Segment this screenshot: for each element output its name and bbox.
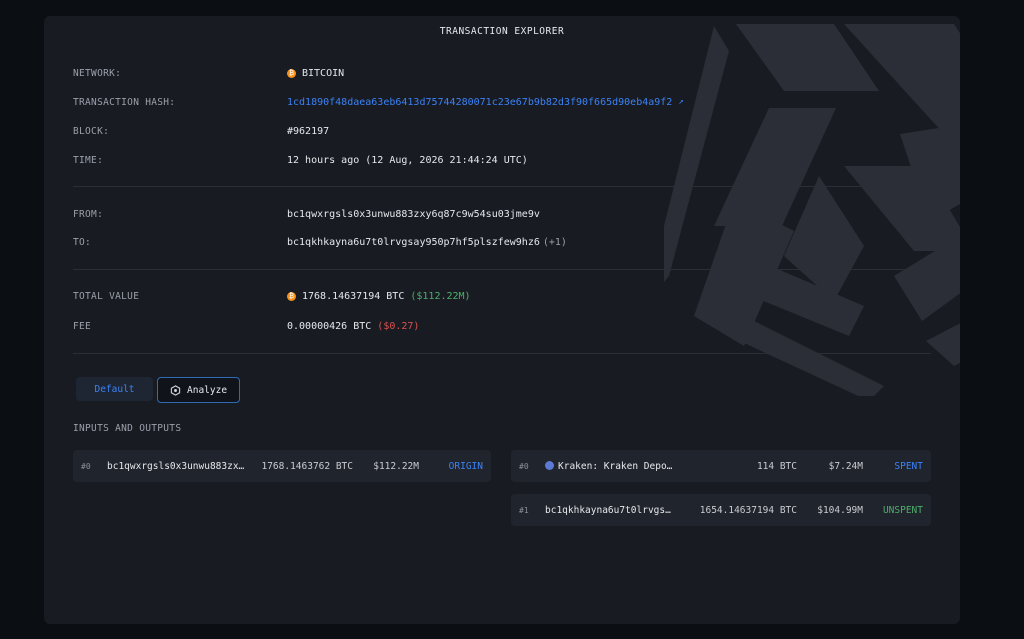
hash-label: TRANSACTION HASH: bbox=[73, 96, 176, 108]
tab-default[interactable]: Default bbox=[76, 377, 153, 401]
input-row[interactable]: #0 bc1qwxrgsls0x3unwu883zx… 1768.1463762… bbox=[73, 450, 491, 482]
divider bbox=[73, 353, 931, 354]
time-exact: (12 Aug, 2026 21:44:24 UTC) bbox=[365, 154, 528, 166]
inputs-outputs-title: INPUTS AND OUTPUTS bbox=[73, 423, 182, 434]
to-address[interactable]: bc1qkhkayna6u7t0lrvgsay950p7hf5plszfew9h… bbox=[287, 237, 540, 248]
fee-label: FEE bbox=[73, 320, 92, 332]
total-value-label: TOTAL VALUE bbox=[73, 290, 140, 302]
time-row: TIME: 12 hours ago (12 Aug, 2026 21:44:2… bbox=[73, 152, 933, 168]
external-link-icon[interactable]: ↗ bbox=[678, 97, 683, 107]
bitcoin-coin-icon: ₿ bbox=[287, 291, 296, 301]
tab-analyze-label: Analyze bbox=[187, 384, 228, 396]
output-address-label: Kraken: Kraken Depo… bbox=[558, 460, 673, 472]
output-row[interactable]: #1 bc1qkhkayna6u7t0lrvgs… 1654.14637194 … bbox=[511, 494, 931, 526]
input-status: ORIGIN bbox=[448, 460, 483, 472]
block-label: BLOCK: bbox=[73, 125, 110, 137]
input-usd: $112.22M bbox=[373, 460, 419, 472]
output-status: SPENT bbox=[894, 460, 923, 472]
input-amount: 1768.1463762 BTC bbox=[261, 460, 353, 472]
output-status: UNSPENT bbox=[882, 504, 923, 516]
transaction-panel: TRANSACTION EXPLORER NETWORK: ₿ BITCOIN … bbox=[44, 16, 960, 624]
output-address[interactable]: bc1qkhkayna6u7t0lrvgs… bbox=[545, 505, 675, 516]
analyze-icon bbox=[170, 384, 181, 396]
total-usd: ($112.22M) bbox=[410, 290, 471, 302]
input-address[interactable]: bc1qwxrgsls0x3unwu883zx… bbox=[107, 461, 249, 472]
output-amount: 1654.14637194 BTC bbox=[699, 504, 797, 516]
page-title: TRANSACTION EXPLORER bbox=[439, 26, 565, 37]
fee-row: FEE 0.00000426 BTC ($0.27) bbox=[73, 318, 933, 334]
transaction-hash-link[interactable]: 1cd1890f48daea63eb6413d75744280071c23e67… bbox=[287, 97, 672, 108]
from-label: FROM: bbox=[73, 208, 104, 220]
input-index: #0 bbox=[81, 461, 91, 471]
block-value: #962197 bbox=[287, 125, 330, 137]
total-value-row: TOTAL VALUE ₿ 1768.14637194 BTC ($112.22… bbox=[73, 288, 933, 304]
output-index: #1 bbox=[519, 505, 529, 515]
block-row: BLOCK: #962197 bbox=[73, 123, 933, 139]
time-label: TIME: bbox=[73, 154, 104, 166]
output-address[interactable]: Kraken: Kraken Depo… bbox=[545, 460, 679, 472]
from-address[interactable]: bc1qwxrgsls0x3unwu883zxy6q87c9w54su03jme… bbox=[287, 209, 540, 220]
network-label: NETWORK: bbox=[73, 67, 122, 79]
network-value: BITCOIN bbox=[302, 67, 345, 79]
output-index: #0 bbox=[519, 461, 529, 471]
network-row: NETWORK: ₿ BITCOIN bbox=[73, 65, 933, 81]
bitcoin-coin-icon: ₿ bbox=[287, 68, 296, 78]
to-label: TO: bbox=[73, 236, 92, 248]
output-usd: $104.99M bbox=[817, 504, 863, 516]
tab-analyze[interactable]: Analyze bbox=[157, 377, 241, 403]
divider bbox=[73, 269, 931, 270]
output-row[interactable]: #0 Kraken: Kraken Depo… 114 BTC $7.24M S… bbox=[511, 450, 931, 482]
total-btc: 1768.14637194 BTC bbox=[302, 290, 405, 302]
fee-btc: 0.00000426 BTC bbox=[287, 320, 372, 332]
output-amount: 114 BTC bbox=[756, 460, 797, 472]
kraken-logo-icon bbox=[545, 460, 554, 470]
to-extra-count[interactable]: (+1) bbox=[543, 237, 567, 248]
from-row: FROM: bc1qwxrgsls0x3unwu883zxy6q87c9w54s… bbox=[73, 206, 933, 222]
to-row: TO: bc1qkhkayna6u7t0lrvgsay950p7hf5plszf… bbox=[73, 234, 933, 250]
fee-usd: ($0.27) bbox=[377, 320, 420, 332]
time-relative: 12 hours ago bbox=[287, 154, 360, 166]
hash-row: TRANSACTION HASH: 1cd1890f48daea63eb6413… bbox=[73, 94, 933, 110]
output-usd: $7.24M bbox=[828, 460, 863, 472]
view-tabs: Default Analyze bbox=[76, 377, 241, 403]
divider bbox=[73, 186, 931, 187]
